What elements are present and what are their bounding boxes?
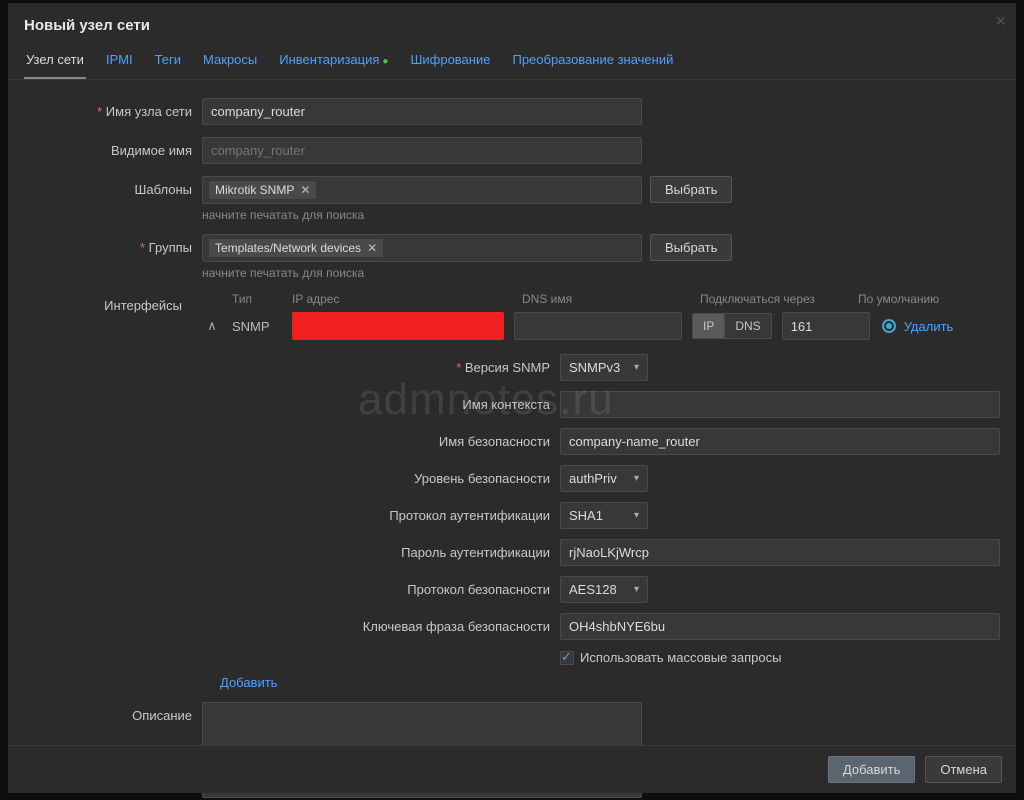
chevron-up-icon[interactable]: ∧ <box>192 318 232 334</box>
iface-add-link[interactable]: Добавить <box>220 675 277 690</box>
default-radio[interactable] <box>882 319 896 333</box>
iface-dns-input[interactable] <box>514 312 682 340</box>
label-privpass: Ключевая фраза безопасности <box>250 619 560 634</box>
privpass-input[interactable] <box>560 613 1000 640</box>
label-seclevel: Уровень безопасности <box>250 471 560 486</box>
cancel-button[interactable]: Отмена <box>925 756 1002 783</box>
label-privproto: Протокол безопасности <box>250 582 560 597</box>
tab-encryption[interactable]: Шифрование <box>408 44 492 79</box>
tab-host[interactable]: Узел сети <box>24 44 86 79</box>
hostname-input[interactable] <box>202 98 642 125</box>
label-authproto: Протокол аутентификации <box>250 508 560 523</box>
seg-ip[interactable]: IP <box>692 313 724 339</box>
label-interfaces: Интерфейсы <box>24 292 192 313</box>
group-chip: Templates/Network devices ✕ <box>209 239 383 257</box>
templates-input[interactable]: Mikrotik SNMP ✕ <box>202 176 642 204</box>
label-snmp-version: Версия SNMP <box>250 360 560 375</box>
groups-select-button[interactable]: Выбрать <box>650 234 732 261</box>
tab-ipmi[interactable]: IPMI <box>104 44 135 79</box>
iface-port-input[interactable] <box>782 312 870 340</box>
seclevel-select[interactable]: authPriv▾ <box>560 465 648 492</box>
iface-delete-link[interactable]: Удалить <box>904 319 954 334</box>
host-dialog: × Новый узел сети Узел сети IPMI Теги Ма… <box>8 3 1016 793</box>
label-description: Описание <box>24 702 202 723</box>
visiblename-input[interactable] <box>202 137 642 164</box>
label-groups: Группы <box>24 234 202 255</box>
label-visiblename: Видимое имя <box>24 137 202 158</box>
templates-hint: начните печатать для поиска <box>202 208 642 222</box>
groups-hint: начните печатать для поиска <box>202 266 642 280</box>
snmp-version-select[interactable]: SNMPv3▾ <box>560 354 648 381</box>
add-button[interactable]: Добавить <box>828 756 915 783</box>
iface-type: SNMP <box>232 319 292 334</box>
iface-ip-input[interactable] <box>292 312 504 340</box>
snmp-panel: Версия SNMP SNMPv3▾ Имя контекста Имя бе… <box>250 354 1000 665</box>
caret-down-icon: ▾ <box>634 473 639 484</box>
close-icon[interactable]: × <box>995 11 1006 32</box>
chip-remove-icon[interactable]: ✕ <box>367 241 377 255</box>
caret-down-icon: ▾ <box>634 510 639 521</box>
caret-down-icon: ▾ <box>634 362 639 373</box>
iface-header: Тип IP адрес DNS имя Подключаться через … <box>192 292 1000 306</box>
label-bulk: Использовать массовые запросы <box>580 650 781 665</box>
caret-down-icon: ▾ <box>634 584 639 595</box>
chip-remove-icon[interactable]: ✕ <box>300 183 310 197</box>
template-chip: Mikrotik SNMP ✕ <box>209 181 316 199</box>
context-input[interactable] <box>560 391 1000 418</box>
seg-dns[interactable]: DNS <box>724 313 771 339</box>
dot-icon: ● <box>382 56 388 67</box>
tabs: Узел сети IPMI Теги Макросы Инвентаризац… <box>8 44 1016 80</box>
secname-input[interactable] <box>560 428 1000 455</box>
iface-row: ∧ SNMP IP DNS Удалить <box>192 312 1000 340</box>
form: Имя узла сети Видимое имя Шаблоны Mikrot… <box>8 98 1016 798</box>
tab-macros[interactable]: Макросы <box>201 44 259 79</box>
templates-select-button[interactable]: Выбрать <box>650 176 732 203</box>
label-authpass: Пароль аутентификации <box>250 545 560 560</box>
dialog-footer: Добавить Отмена <box>8 745 1016 793</box>
tab-tags[interactable]: Теги <box>153 44 183 79</box>
authpass-input[interactable] <box>560 539 1000 566</box>
authproto-select[interactable]: SHA1▾ <box>560 502 648 529</box>
privproto-select[interactable]: AES128▾ <box>560 576 648 603</box>
tab-valuemap[interactable]: Преобразование значений <box>510 44 675 79</box>
bulk-checkbox[interactable] <box>560 651 574 665</box>
tab-inventory[interactable]: Инвентаризация● <box>277 44 390 79</box>
dialog-title: Новый узел сети <box>8 3 1016 44</box>
label-templates: Шаблоны <box>24 176 202 197</box>
label-hostname: Имя узла сети <box>24 98 202 119</box>
connect-via-toggle: IP DNS <box>692 313 772 339</box>
groups-input[interactable]: Templates/Network devices ✕ <box>202 234 642 262</box>
label-secname: Имя безопасности <box>250 434 560 449</box>
label-context: Имя контекста <box>250 397 560 412</box>
